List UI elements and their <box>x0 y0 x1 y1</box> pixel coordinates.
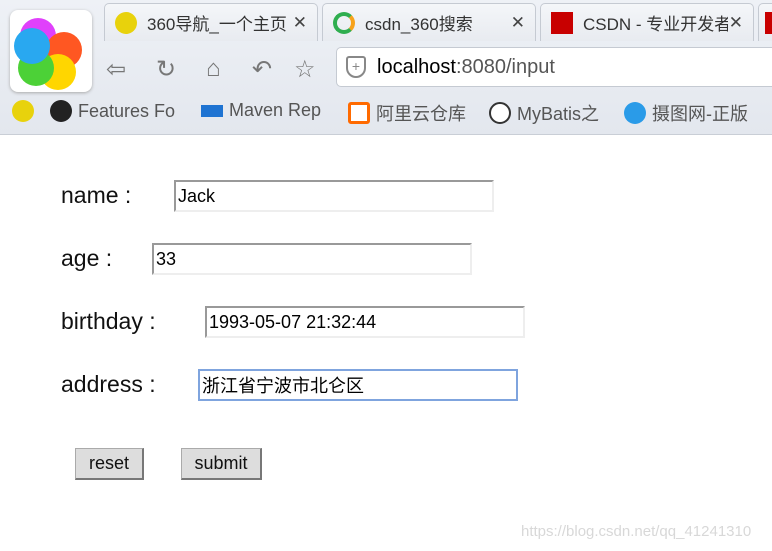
aliyun-icon <box>348 102 370 124</box>
star-icon[interactable]: ☆ <box>294 55 316 84</box>
360-browser-logo-icon[interactable] <box>10 10 92 92</box>
360-nav-icon <box>12 100 34 122</box>
close-tab-icon[interactable]: ✕ <box>511 13 525 33</box>
address-input[interactable] <box>198 369 518 401</box>
birthday-label: birthday : <box>61 308 156 334</box>
bookmark-shetu[interactable]: 摄图网-正版 <box>624 100 748 126</box>
close-tab-icon[interactable]: ✕ <box>729 13 743 33</box>
back-icon[interactable]: ⇦ <box>106 55 126 84</box>
name-label: name : <box>61 182 132 208</box>
sheTu-icon <box>624 102 646 124</box>
bookmark-features[interactable]: Features Fo <box>50 100 175 122</box>
home-icon[interactable]: ⌂ <box>206 55 221 83</box>
shield-icon: + <box>346 56 366 78</box>
address-bar[interactable]: + localhost:8080/input <box>336 47 772 87</box>
tab-more[interactable] <box>758 3 772 41</box>
undo-icon[interactable]: ↶ <box>252 55 272 84</box>
360-search-icon <box>333 11 355 34</box>
bookmark-aliyun[interactable]: 阿里云仓库 <box>348 100 466 126</box>
browser-chrome: 360导航_一个主页 ✕ csdn_360搜索 ✕ CSDN - 专业开发者 ✕ ⇦ … <box>0 0 772 135</box>
tab-csdn[interactable]: CSDN - 专业开发者 ✕ <box>540 3 754 41</box>
reload-icon[interactable]: ↻ <box>156 55 176 84</box>
bookmark-mybatis[interactable]: MyBatis之 <box>489 100 599 126</box>
address-label: address : <box>61 371 156 397</box>
name-input[interactable] <box>174 180 494 212</box>
reset-button[interactable]: reset <box>75 448 144 480</box>
watermark: https://blog.csdn.net/qq_41241310 <box>521 523 752 540</box>
submit-button[interactable]: submit <box>181 448 262 480</box>
tab-360-nav[interactable]: 360导航_一个主页 ✕ <box>104 3 318 41</box>
csdn-icon <box>551 11 573 34</box>
bookmark-maven[interactable]: Maven Rep <box>201 100 321 121</box>
mybatis-icon <box>489 102 511 124</box>
birthday-input[interactable] <box>205 306 525 338</box>
age-label: age : <box>61 245 113 271</box>
github-icon <box>50 100 72 122</box>
maven-icon <box>201 104 223 117</box>
tab-csdn-search[interactable]: csdn_360搜索 ✕ <box>322 3 536 41</box>
age-input[interactable] <box>152 243 472 275</box>
close-tab-icon[interactable]: ✕ <box>293 13 307 33</box>
360-nav-icon <box>115 11 137 34</box>
bookmark-360[interactable] <box>12 100 40 122</box>
csdn-icon <box>765 11 772 34</box>
